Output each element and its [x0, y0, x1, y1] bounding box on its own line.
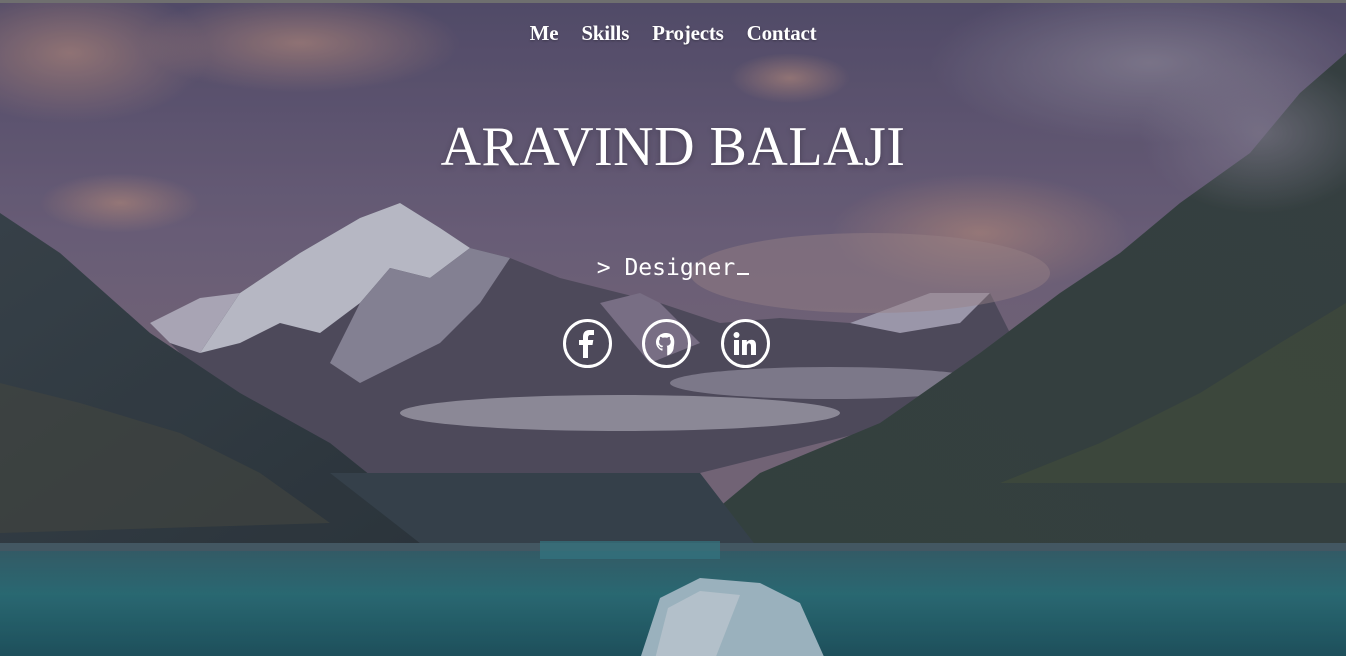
nav-link-projects[interactable]: Projects [652, 21, 724, 46]
nav-link-me[interactable]: Me [530, 21, 559, 46]
top-navigation: Me Skills Projects Contact [0, 21, 1346, 46]
hero-name: ARAVIND BALAJI [440, 116, 906, 178]
github-icon [656, 332, 675, 355]
typed-role-text: > Designer [596, 255, 736, 281]
typing-cursor [737, 273, 750, 275]
nav-link-skills[interactable]: Skills [581, 21, 629, 46]
linkedin-icon [733, 331, 756, 355]
social-links [0, 319, 1346, 368]
github-link[interactable] [641, 319, 691, 368]
facebook-link[interactable] [562, 319, 612, 368]
nav-link-contact[interactable]: Contact [747, 21, 817, 46]
facebook-icon [579, 329, 594, 358]
linkedin-link[interactable] [720, 319, 770, 368]
typed-role: > Designer [0, 255, 1346, 281]
